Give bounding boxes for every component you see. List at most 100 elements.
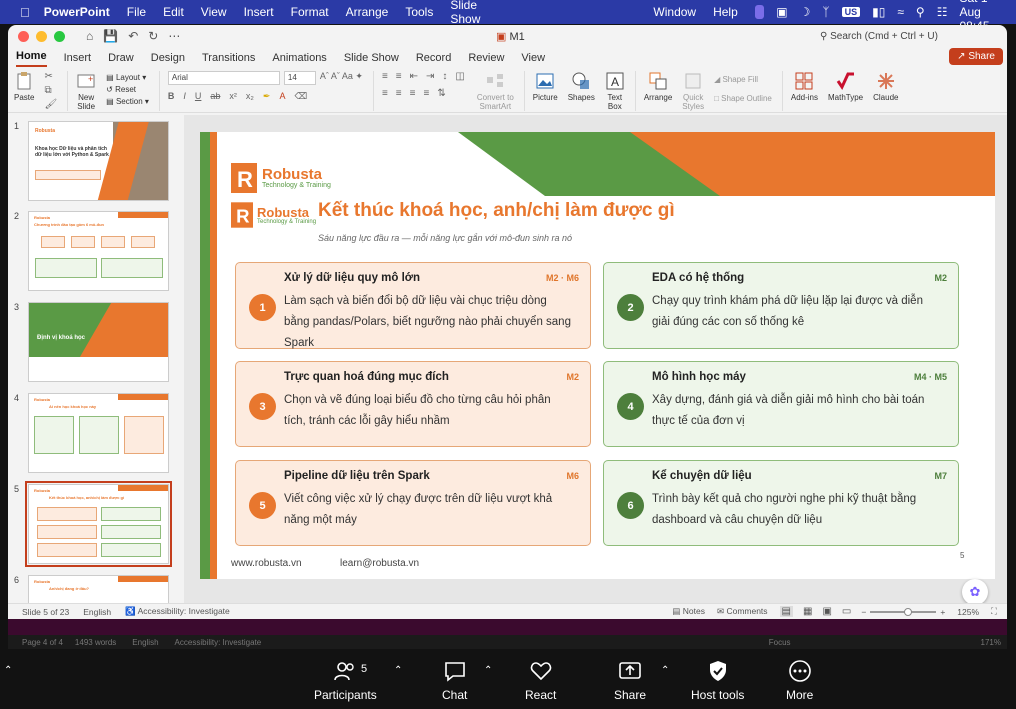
- convert-to-smartart-button[interactable]: Convert to SmartArt: [477, 71, 514, 111]
- outcome-card-6[interactable]: 6 Kể chuyện dữ liệu M7 Trình bày kết quả…: [603, 460, 959, 546]
- bold-icon[interactable]: B: [168, 91, 175, 102]
- bluetooth-icon[interactable]: ᛉ: [822, 5, 829, 19]
- reading-view-icon[interactable]: ▣: [822, 606, 831, 617]
- chat-options-chevron[interactable]: ⌃: [484, 665, 492, 676]
- tab-home[interactable]: Home: [16, 50, 47, 67]
- tab-design[interactable]: Design: [151, 52, 185, 67]
- display-icon[interactable]: ▣: [776, 5, 787, 19]
- menu-app-name[interactable]: PowerPoint: [44, 5, 110, 19]
- align-center-icon[interactable]: ≡: [396, 88, 402, 99]
- slideshow-view-icon[interactable]: ▭: [842, 606, 851, 617]
- tab-slide-show[interactable]: Slide Show: [344, 52, 399, 67]
- shapes-button[interactable]: Shapes: [568, 71, 595, 102]
- justify-icon[interactable]: ≡: [423, 88, 429, 99]
- fit-to-window-icon[interactable]: ⛶: [991, 606, 997, 617]
- menu-insert[interactable]: Insert: [244, 5, 274, 19]
- zoom-in-icon[interactable]: +: [940, 607, 945, 617]
- zoom-window-button[interactable]: [54, 30, 65, 42]
- font-size-select[interactable]: 14: [283, 71, 316, 85]
- save-icon[interactable]: 💾: [103, 29, 118, 43]
- cut-icon[interactable]: ✂: [44, 71, 57, 82]
- text-box-button[interactable]: A Text Box: [605, 71, 625, 111]
- slide-sorter-icon[interactable]: ▦: [803, 606, 812, 617]
- shape-fill-menu[interactable]: ◢ Shape Fill: [714, 75, 772, 84]
- tab-transitions[interactable]: Transitions: [202, 52, 255, 67]
- slide-thumbnail-1[interactable]: Robusta Khoa học Dữ liệu và phân tích dữ…: [28, 121, 169, 201]
- footer-website[interactable]: www.robusta.vn: [231, 558, 302, 569]
- slide-thumbnail-6[interactable]: Robusta Anh/chị đang ở đâu?: [28, 575, 169, 605]
- copy-icon[interactable]: ⧉: [44, 85, 57, 96]
- status-pill-icon[interactable]: [754, 5, 765, 19]
- slide-title[interactable]: Kết thúc khoá học, anh/chị làm được gì: [318, 200, 675, 222]
- format-painter-icon[interactable]: 🖌: [44, 99, 57, 110]
- tab-animations[interactable]: Animations: [272, 52, 326, 67]
- apple-menu-icon[interactable]: : [20, 5, 30, 20]
- tab-record[interactable]: Record: [416, 52, 451, 67]
- slide-thumbnail-4[interactable]: Robusta Ai nên học khoá học này: [28, 393, 169, 473]
- slide-thumbnail-2[interactable]: Robusta Chương trình đào tạo gồm 6 mô-đu…: [28, 211, 169, 291]
- outcome-card-1[interactable]: 1 Xử lý dữ liệu quy mô lớn M2 · M6 Làm s…: [235, 262, 591, 349]
- columns-icon[interactable]: ◫: [455, 71, 464, 82]
- keyboard-layout-badge[interactable]: US: [841, 7, 861, 17]
- highlight-icon[interactable]: ✒: [263, 91, 271, 102]
- menu-arrange[interactable]: Arrange: [346, 5, 389, 19]
- superscript-icon[interactable]: x²: [229, 91, 237, 102]
- menu-format[interactable]: Format: [291, 5, 329, 19]
- participants-button[interactable]: Participants: [314, 659, 377, 702]
- zoom-out-icon[interactable]: −: [861, 607, 866, 617]
- align-right-icon[interactable]: ≡: [410, 88, 416, 99]
- comments-button[interactable]: ✉ Comments: [717, 606, 768, 617]
- line-spacing-icon[interactable]: ↕: [442, 71, 447, 82]
- share-button[interactable]: ↗ Share: [949, 48, 1003, 65]
- slide-thumbnail-5[interactable]: Robusta Kết thúc khoá học, anh/chị làm đ…: [25, 481, 172, 567]
- tab-view[interactable]: View: [521, 52, 545, 67]
- clear-format-icon[interactable]: ⌫: [294, 91, 307, 102]
- strikethrough-icon[interactable]: ab: [210, 91, 220, 102]
- control-center-icon[interactable]: ☷: [937, 5, 948, 19]
- footer-email[interactable]: learn@robusta.vn: [340, 558, 419, 569]
- mathtype-button[interactable]: MathType: [828, 71, 863, 102]
- share-options-chevron[interactable]: ⌃: [661, 665, 669, 676]
- arrange-button[interactable]: Arrange: [644, 71, 672, 102]
- outcome-card-2[interactable]: 2 EDA có hệ thống M2 Chạy quy trình khám…: [603, 262, 959, 349]
- numbering-icon[interactable]: ≡: [396, 71, 402, 82]
- slide-subtitle[interactable]: Sáu năng lực đầu ra — mỗi năng lực gắn v…: [318, 233, 572, 243]
- home-icon[interactable]: ⌂: [86, 29, 93, 43]
- shape-outline-menu[interactable]: □ Shape Outline: [714, 94, 772, 103]
- decrease-indent-icon[interactable]: ⇤: [410, 71, 418, 82]
- font-color-icon[interactable]: A: [279, 91, 285, 102]
- chat-button[interactable]: Chat: [442, 659, 467, 702]
- zoom-slider[interactable]: [870, 607, 937, 616]
- underline-icon[interactable]: U: [195, 91, 202, 102]
- current-slide[interactable]: R Robusta Technology & Training R Robust…: [200, 132, 995, 579]
- notes-button[interactable]: ▤ Notes: [672, 606, 705, 617]
- claude-button[interactable]: Claude: [873, 71, 898, 102]
- menu-slide-show[interactable]: Slide Show: [450, 0, 486, 26]
- slide-thumbnail-3[interactable]: Định vị khoá học: [28, 302, 169, 382]
- host-tools-button[interactable]: Host tools: [691, 659, 744, 702]
- font-size-controls[interactable]: Aˆ Aˇ Aa ✦: [320, 71, 363, 85]
- search-field[interactable]: ⚲ Search (Cmd + Ctrl + U): [820, 31, 938, 42]
- react-button[interactable]: React: [525, 659, 556, 702]
- accessibility-checker[interactable]: ♿ Accessibility: Investigate: [125, 606, 230, 617]
- minimize-window-button[interactable]: [36, 30, 47, 42]
- text-direction-icon[interactable]: ⇅: [437, 88, 445, 99]
- align-left-icon[interactable]: ≡: [382, 88, 388, 99]
- normal-view-icon[interactable]: ▤: [779, 606, 793, 617]
- paste-button[interactable]: Paste: [14, 71, 34, 102]
- font-name-select[interactable]: Arial: [167, 71, 280, 85]
- zoom-slider-handle[interactable]: [904, 607, 913, 616]
- share-screen-button[interactable]: Share: [614, 659, 646, 702]
- close-window-button[interactable]: [18, 30, 29, 42]
- more-button[interactable]: More: [786, 659, 813, 702]
- menu-file[interactable]: File: [127, 5, 146, 19]
- outcome-card-5[interactable]: 5 Pipeline dữ liệu trên Spark M6 Viết cô…: [235, 460, 591, 546]
- spotlight-search-icon[interactable]: ⚲: [916, 5, 925, 19]
- chevron-up-icon[interactable]: ⌃: [4, 665, 12, 676]
- quick-styles-button[interactable]: Quick Styles: [682, 71, 704, 111]
- menu-window[interactable]: Window: [653, 5, 696, 19]
- tab-review[interactable]: Review: [468, 52, 504, 67]
- menu-tools[interactable]: Tools: [405, 5, 433, 19]
- redo-icon[interactable]: ↻: [148, 29, 158, 43]
- more-quick-access-icon[interactable]: ⋯: [168, 29, 180, 43]
